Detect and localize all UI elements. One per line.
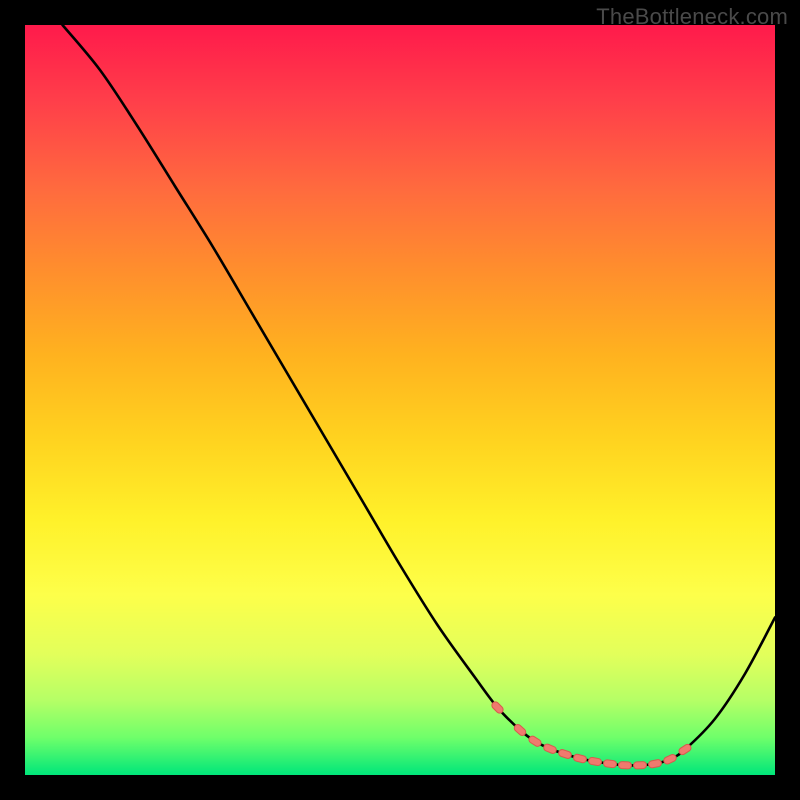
highlight-dot xyxy=(558,749,573,760)
highlight-dot xyxy=(648,759,662,768)
plot-area xyxy=(25,25,775,775)
highlight-dot xyxy=(543,743,558,755)
highlight-dot xyxy=(603,759,617,768)
highlight-dot xyxy=(633,761,646,769)
highlight-dot xyxy=(528,735,543,748)
highlight-dot xyxy=(618,761,631,769)
highlight-dot xyxy=(490,700,504,714)
highlight-dot xyxy=(513,723,527,737)
highlight-dot xyxy=(588,757,602,766)
chart-frame: TheBottleneck.com xyxy=(0,0,800,800)
watermark-text: TheBottleneck.com xyxy=(596,4,788,30)
highlight-dot xyxy=(663,753,678,765)
highlight-dot xyxy=(573,754,587,764)
highlight-dot xyxy=(678,743,693,756)
bottleneck-curve xyxy=(63,25,776,765)
curve-layer xyxy=(25,25,775,775)
highlight-dots xyxy=(490,700,692,769)
